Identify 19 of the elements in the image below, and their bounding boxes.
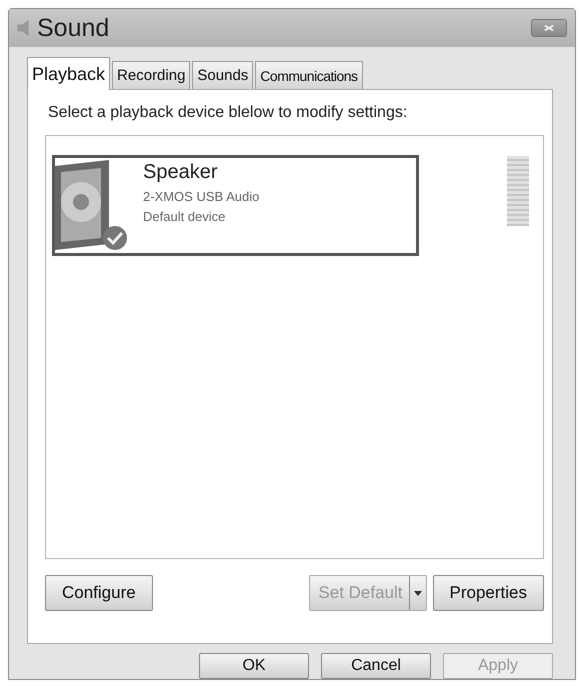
speaker-icon bbox=[55, 158, 129, 253]
device-item[interactable]: Speaker 2-XMOS USB Audio Default device bbox=[52, 155, 419, 256]
button[interactable]: Configure bbox=[45, 575, 153, 611]
tab[interactable]: Sounds bbox=[192, 61, 254, 89]
device-status: Default device bbox=[143, 209, 226, 224]
close-icon bbox=[544, 25, 554, 31]
device-name: Speaker bbox=[143, 161, 218, 184]
tab[interactable]: Communications bbox=[255, 61, 363, 89]
tab[interactable]: Playback bbox=[27, 57, 110, 90]
button[interactable]: OK bbox=[199, 653, 309, 679]
instruction-text: Select a playback device blelow to modify settings: bbox=[48, 104, 408, 122]
device-description: 2-XMOS USB Audio bbox=[143, 189, 260, 204]
window-title: Sound bbox=[37, 14, 110, 42]
tab[interactable]: Recording bbox=[112, 61, 190, 89]
button[interactable]: Cancel bbox=[321, 653, 431, 679]
close-button[interactable] bbox=[531, 19, 567, 37]
caret-icon bbox=[414, 590, 422, 596]
speaker-icon bbox=[17, 20, 29, 36]
button[interactable]: Properties bbox=[432, 575, 544, 611]
